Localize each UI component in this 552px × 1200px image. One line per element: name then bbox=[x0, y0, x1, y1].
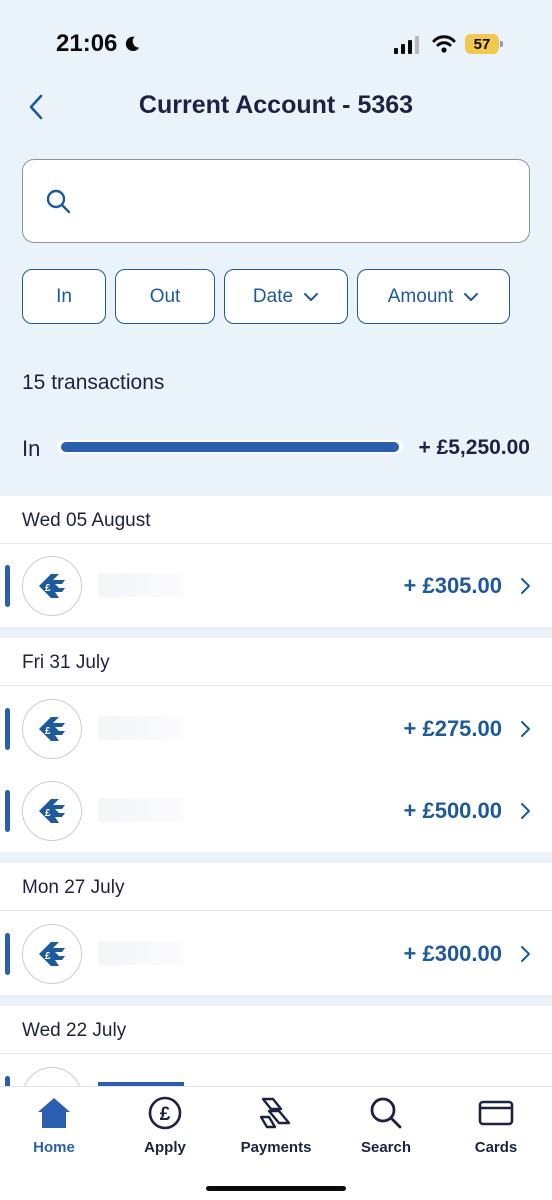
credit-indicator bbox=[5, 1076, 10, 1086]
chevron-right-icon bbox=[521, 946, 530, 962]
filter-amount-button[interactable]: Amount bbox=[357, 269, 510, 324]
payee-name-redacted bbox=[98, 573, 184, 597]
signal-icon bbox=[394, 36, 419, 54]
transaction-row[interactable]: £ + £300.00 bbox=[0, 913, 552, 995]
tab-search[interactable]: Search bbox=[336, 1095, 436, 1165]
svg-text:£: £ bbox=[45, 951, 51, 962]
payment-in-icon: £ bbox=[22, 556, 82, 616]
transaction-row[interactable]: £ + £275.00 bbox=[0, 688, 552, 770]
payee-name-redacted bbox=[98, 941, 184, 965]
moon-icon bbox=[126, 36, 140, 52]
battery-level: 57 bbox=[465, 34, 499, 54]
tab-home[interactable]: Home bbox=[4, 1095, 104, 1165]
credit-indicator bbox=[5, 708, 10, 750]
in-label: In bbox=[22, 436, 41, 461]
search-icon bbox=[46, 189, 71, 214]
payee-name-redacted bbox=[98, 798, 184, 822]
credit-indicator bbox=[5, 790, 10, 832]
transaction-row[interactable]: £ + £500.00 bbox=[0, 770, 552, 852]
card-icon bbox=[478, 1100, 514, 1126]
transaction-row[interactable]: £ + £305.00 bbox=[0, 545, 552, 627]
payment-in-icon: £ bbox=[22, 924, 82, 984]
filter-out-button[interactable]: Out bbox=[115, 269, 215, 324]
svg-text:£: £ bbox=[160, 1104, 171, 1125]
pound-circle-icon: £ bbox=[148, 1096, 182, 1130]
wifi-icon bbox=[432, 35, 456, 53]
tab-apply[interactable]: £ Apply bbox=[115, 1095, 215, 1165]
search-box[interactable] bbox=[22, 159, 530, 243]
search-icon bbox=[370, 1097, 402, 1129]
tab-payments[interactable]: Payments bbox=[226, 1095, 326, 1165]
filter-date-button[interactable]: Date bbox=[224, 269, 348, 324]
chevron-down-icon bbox=[304, 292, 319, 301]
search-input[interactable] bbox=[85, 180, 505, 222]
payments-icon bbox=[259, 1097, 291, 1129]
day-header: Wed 05 August bbox=[0, 496, 552, 544]
svg-text:£: £ bbox=[45, 726, 51, 737]
transaction-amount: + £275.00 bbox=[403, 716, 502, 741]
chevron-down-icon bbox=[464, 292, 479, 301]
payment-in-icon: £ bbox=[22, 781, 82, 841]
status-bar: 21:06 57 bbox=[0, 0, 552, 80]
chevron-right-icon bbox=[521, 721, 530, 737]
credit-indicator bbox=[5, 565, 10, 607]
payment-in-icon bbox=[22, 1067, 82, 1086]
day-header: Fri 31 July bbox=[0, 638, 552, 686]
payment-in-icon: £ bbox=[22, 699, 82, 759]
chevron-right-icon bbox=[521, 578, 530, 594]
battery-icon: 57 bbox=[465, 34, 503, 54]
transaction-amount: + £500.00 bbox=[403, 798, 502, 823]
home-icon bbox=[38, 1098, 70, 1128]
tab-cards[interactable]: Cards bbox=[446, 1095, 546, 1165]
home-indicator bbox=[206, 1186, 346, 1191]
status-time: 21:06 bbox=[56, 30, 141, 58]
in-progress-bar bbox=[57, 440, 403, 454]
day-header: Mon 27 July bbox=[0, 863, 552, 911]
transaction-amount: + £300.00 bbox=[403, 941, 502, 966]
page-title: Current Account - 5363 bbox=[138, 91, 414, 119]
svg-text:£: £ bbox=[45, 583, 51, 594]
filter-in-button[interactable]: In bbox=[22, 269, 106, 324]
transaction-count: 15 transactions bbox=[22, 371, 165, 394]
in-progress-fill bbox=[61, 442, 399, 452]
day-header: Wed 22 July bbox=[0, 1006, 552, 1054]
in-total: + £5,250.00 bbox=[418, 436, 530, 459]
transaction-row[interactable] bbox=[0, 1056, 552, 1086]
chevron-right-icon bbox=[521, 803, 530, 819]
credit-indicator bbox=[5, 933, 10, 975]
payee-name-redacted bbox=[98, 716, 184, 740]
transaction-amount: + £305.00 bbox=[403, 573, 502, 598]
tab-bar: Home £ Apply Payments Search Cards bbox=[0, 1086, 552, 1200]
svg-text:£: £ bbox=[45, 808, 51, 819]
